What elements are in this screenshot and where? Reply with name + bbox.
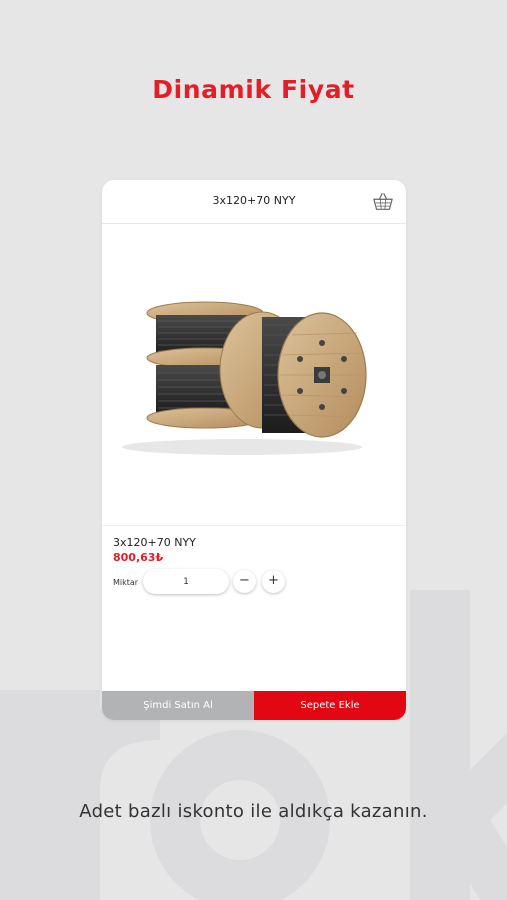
add-to-cart-button[interactable]: Sepete Ekle bbox=[254, 691, 406, 720]
app-header: 3x120+70 NYY bbox=[102, 180, 406, 224]
page-headline: Dinamik Fiyat bbox=[152, 75, 355, 104]
basket-icon[interactable] bbox=[372, 191, 394, 213]
product-name: 3x120+70 NYY bbox=[113, 536, 196, 549]
product-image bbox=[102, 225, 406, 525]
tagline: Adet bazlı iskonto ile aldıkça kazanın. bbox=[79, 801, 428, 822]
quantity-label: Miktar bbox=[113, 578, 139, 587]
quantity-input[interactable] bbox=[143, 569, 229, 594]
buy-now-button[interactable]: Şimdi Satın Al bbox=[102, 691, 254, 720]
increment-button[interactable]: + bbox=[262, 570, 285, 593]
product-info: 3x120+70 NYY 800,63₺ Miktar − + bbox=[102, 525, 406, 690]
header-title: 3x120+70 NYY bbox=[212, 194, 296, 207]
product-screen: 3x120+70 NYY 3x120+70 NYY 800,63₺ Miktar… bbox=[102, 180, 406, 720]
product-price: 800,63₺ bbox=[113, 551, 164, 564]
cable-reels-image bbox=[122, 301, 367, 455]
decrement-button[interactable]: − bbox=[233, 570, 256, 593]
